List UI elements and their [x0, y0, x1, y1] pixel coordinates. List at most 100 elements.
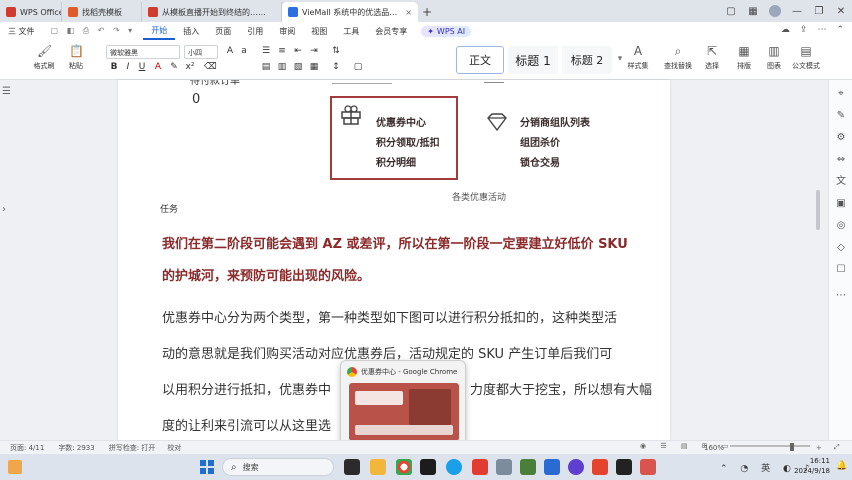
superscript-icon[interactable]: x²	[184, 62, 196, 72]
zoom-slider[interactable]	[730, 445, 810, 447]
fullscreen-icon[interactable]: ⤢	[834, 443, 840, 452]
clock-time[interactable]: 16:11	[800, 457, 830, 465]
select-button[interactable]: ⇱ 选择	[696, 44, 728, 71]
browser-icon[interactable]	[446, 459, 462, 475]
chart-button[interactable]: ▥ 图表	[758, 44, 790, 71]
tab-document-2[interactable]: 从模板直播开始到终结的……	[142, 2, 282, 22]
format-painter-button[interactable]: 🖌 格式刷	[28, 44, 60, 71]
share-icon[interactable]: ⇪	[800, 25, 808, 35]
font-color-icon[interactable]: A	[152, 62, 164, 72]
grow-font-icon[interactable]: A	[224, 46, 236, 56]
shape-icon[interactable]: ◇	[835, 242, 847, 254]
layout-icon[interactable]: ▢	[720, 0, 742, 22]
find-replace-button[interactable]: ⌕ 查找替换	[660, 44, 696, 71]
app-icon[interactable]	[568, 459, 584, 475]
align-center-icon[interactable]: ▥	[276, 62, 288, 72]
indent-increase-icon[interactable]: ⇥	[308, 46, 320, 56]
close-icon[interactable]: ✕	[830, 0, 852, 22]
vertical-scrollbar[interactable]	[815, 80, 821, 440]
clock-date[interactable]: 2024/9/18	[790, 467, 830, 475]
underline-icon[interactable]: U	[136, 62, 148, 72]
border-icon[interactable]: ▢	[352, 62, 364, 72]
new-tab-button[interactable]: +	[418, 2, 436, 22]
app-icon[interactable]	[420, 459, 436, 475]
app-icon[interactable]	[496, 459, 512, 475]
notification-icon[interactable]: 🔔	[836, 461, 847, 471]
translate-icon[interactable]: 文	[835, 176, 847, 188]
menu-insert[interactable]: 插入	[175, 22, 207, 40]
shrink-font-icon[interactable]: a	[238, 46, 250, 56]
more-sidebar-icon[interactable]: ⋯	[835, 290, 847, 302]
app-icon[interactable]	[520, 459, 536, 475]
app-icon[interactable]	[616, 459, 632, 475]
scroll-thumb[interactable]	[816, 190, 820, 230]
clear-format-icon[interactable]: ⌫	[204, 62, 217, 72]
minimize-icon[interactable]: —	[786, 0, 808, 22]
close-tab-icon[interactable]: ×	[405, 8, 412, 17]
collapse-icon[interactable]: ⌃	[836, 25, 844, 35]
app-icon[interactable]	[592, 459, 608, 475]
zoom-level[interactable]: 160%	[704, 444, 724, 452]
sidebar-extra-icon[interactable]: ◎	[835, 220, 847, 232]
tab-wps-office[interactable]: WPS Office	[0, 2, 62, 22]
maximize-icon[interactable]: ❐	[808, 0, 830, 22]
justify-icon[interactable]: ▦	[308, 62, 320, 72]
proofread[interactable]: 校对	[167, 443, 181, 453]
paste-button[interactable]: 📋 粘贴	[60, 44, 92, 71]
avatar[interactable]	[764, 0, 786, 22]
style-heading-2[interactable]: 标题 2	[562, 46, 612, 74]
location-icon[interactable]: ⌖	[835, 88, 847, 100]
app-icon[interactable]	[544, 459, 560, 475]
start-icon[interactable]	[200, 460, 214, 474]
official-mode-button[interactable]: ▤ 公文模式	[788, 44, 824, 71]
align-right-icon[interactable]: ▧	[292, 62, 304, 72]
cloud-icon[interactable]: ☁	[781, 25, 790, 35]
highlight-icon[interactable]: ✎	[168, 62, 180, 72]
chrome-preview-popup[interactable]: 优惠券中心 - Google Chrome	[340, 360, 466, 446]
tab-template[interactable]: 找稻壳模板	[62, 2, 142, 22]
expand-icon[interactable]: ›	[2, 204, 6, 215]
outline-icon[interactable]: ☰	[2, 86, 11, 97]
app-icon[interactable]	[640, 459, 656, 475]
menu-file[interactable]: 三 文件	[0, 22, 43, 40]
italic-icon[interactable]: I	[122, 62, 134, 72]
font-size-select[interactable]: 小四	[184, 45, 218, 59]
zoom-in-icon[interactable]: +	[816, 444, 822, 452]
menu-reference[interactable]: 引用	[239, 22, 271, 40]
line-spacing-icon[interactable]: ↕	[330, 62, 342, 72]
align-left-icon[interactable]: ▤	[260, 62, 272, 72]
tab-active-document[interactable]: VieMall 系统中的优选品.docx ×	[282, 2, 418, 22]
pen-icon[interactable]: ✎	[835, 110, 847, 122]
zoom-handle[interactable]	[790, 443, 794, 451]
bold-icon[interactable]: B	[108, 62, 120, 72]
file-explorer-icon[interactable]	[370, 459, 386, 475]
comment-icon[interactable]: ☐	[835, 264, 847, 276]
font-name-select[interactable]: 微软雅黑	[106, 45, 180, 59]
page-count[interactable]: 页面: 4/11	[10, 443, 44, 453]
chrome-icon[interactable]	[396, 459, 412, 475]
layout-button[interactable]: ▦ 排版	[728, 44, 760, 71]
menu-home[interactable]: 开始	[143, 22, 176, 40]
menu-view[interactable]: 视图	[303, 22, 335, 40]
menu-tools[interactable]: 工具	[335, 22, 367, 40]
taskview-icon[interactable]	[344, 459, 360, 475]
sort-icon[interactable]: ⇅	[330, 46, 342, 56]
more-icon[interactable]: ⋯	[817, 25, 826, 35]
numbered-list-icon[interactable]: ≡	[276, 46, 288, 56]
style-heading-1[interactable]: 标题 1	[508, 46, 558, 74]
expand-panel-icon[interactable]: ⇔	[835, 154, 847, 166]
spell-check[interactable]: 拼写检查: 打开	[109, 443, 156, 453]
menu-review[interactable]: 审阅	[271, 22, 303, 40]
menu-member[interactable]: 会员专享	[367, 22, 415, 40]
wps-ai-button[interactable]: ✦ WPS AI	[421, 25, 472, 37]
word-count[interactable]: 字数: 2933	[58, 443, 94, 453]
bullet-list-icon[interactable]: ☰	[260, 46, 272, 56]
image-icon[interactable]: ▣	[835, 198, 847, 210]
weather-icon[interactable]	[8, 460, 22, 474]
wps-icon[interactable]	[472, 459, 488, 475]
menu-page[interactable]: 页面	[207, 22, 239, 40]
adjust-icon[interactable]: ⚙	[835, 132, 847, 144]
indent-decrease-icon[interactable]: ⇤	[292, 46, 304, 56]
style-set-button[interactable]: A 样式集	[622, 44, 654, 71]
style-normal[interactable]: 正文	[456, 46, 504, 74]
